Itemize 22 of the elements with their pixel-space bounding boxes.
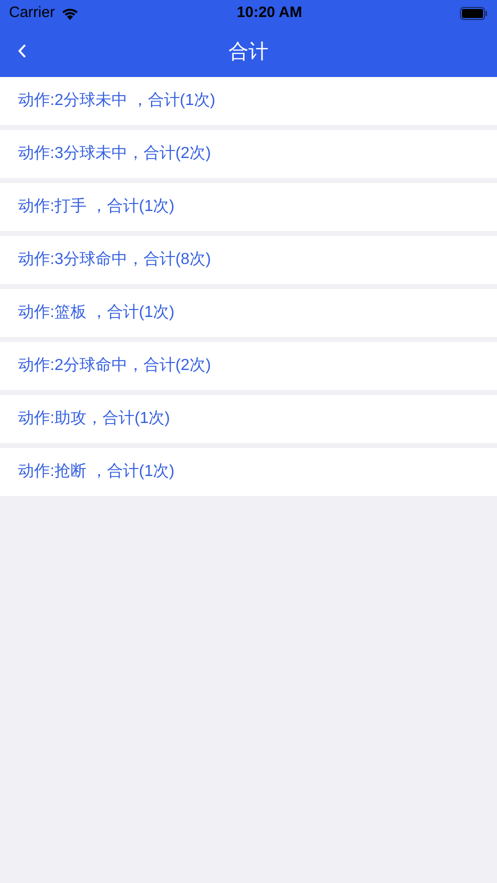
row-text: 动作:2分球命中，合计(2次) — [18, 356, 211, 376]
carrier-label: Carrier — [9, 2, 55, 23]
nav-title: 合计 — [228, 40, 268, 64]
list-row[interactable]: 动作:3分球命中，合计(8次) — [0, 236, 497, 284]
clock-time: 10:20 AM — [236, 2, 302, 23]
list-row[interactable]: 动作:抢断 ，合计(1次) — [0, 448, 497, 496]
battery-icon — [460, 6, 488, 20]
list-row[interactable]: 动作:助攻，合计(1次) — [0, 395, 497, 443]
list-row[interactable]: 动作:打手 ，合计(1次) — [0, 183, 497, 231]
list-row[interactable]: 动作:2分球命中，合计(2次) — [0, 342, 497, 390]
row-text: 动作:3分球命中，合计(8次) — [18, 250, 211, 270]
row-text: 动作:打手 ，合计(1次) — [18, 196, 174, 217]
row-text: 动作:3分球未中，合计(2次) — [18, 144, 211, 164]
row-text: 动作:篮板 ，合计(1次) — [18, 302, 174, 323]
row-text: 动作:助攻，合计(1次) — [18, 408, 170, 429]
list-row[interactable]: 动作:2分球未中 ，合计(1次) — [0, 77, 497, 125]
wifi-icon — [60, 6, 79, 20]
back-icon — [18, 44, 26, 58]
list-row[interactable]: 动作:篮板 ，合计(1次) — [0, 289, 497, 337]
list-row[interactable]: 动作:3分球未中，合计(2次) — [0, 130, 497, 178]
row-text: 动作:2分球未中 ，合计(1次) — [18, 90, 216, 111]
row-text: 动作:抢断 ，合计(1次) — [18, 462, 174, 482]
